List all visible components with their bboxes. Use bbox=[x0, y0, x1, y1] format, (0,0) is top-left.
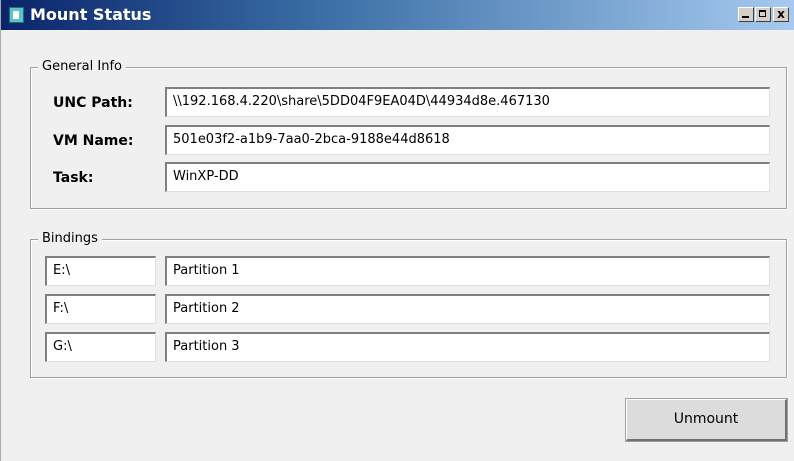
maximize-icon bbox=[759, 10, 766, 17]
vm-name-field[interactable]: 501e03f2-a1b9-7aa0-2bca-9188e44d8618 bbox=[165, 125, 770, 155]
task-field[interactable]: WinXP-DD bbox=[165, 162, 770, 192]
binding-partition-field[interactable]: Partition 3 bbox=[165, 332, 770, 362]
maximize-button[interactable] bbox=[755, 7, 771, 22]
vm-name-label: VM Name: bbox=[53, 133, 134, 149]
bindings-legend: Bindings bbox=[38, 231, 102, 247]
binding-drive-field[interactable]: G:\ bbox=[45, 332, 156, 362]
binding-partition-field[interactable]: Partition 2 bbox=[165, 294, 770, 324]
general-info-legend: General Info bbox=[38, 59, 126, 75]
binding-drive-field[interactable]: F:\ bbox=[45, 294, 156, 324]
unmount-button[interactable]: Unmount bbox=[625, 398, 788, 442]
task-label: Task: bbox=[53, 170, 94, 186]
app-icon bbox=[9, 7, 24, 23]
window-title: Mount Status bbox=[30, 5, 152, 24]
unc-path-label: UNC Path: bbox=[53, 95, 133, 111]
title-bar[interactable]: Mount Status x bbox=[1, 0, 794, 30]
unc-path-field[interactable]: \\192.168.4.220\share\5DD04F9EA04D\44934… bbox=[165, 87, 770, 117]
minimize-icon bbox=[742, 16, 749, 18]
close-icon: x bbox=[777, 7, 785, 21]
binding-partition-field[interactable]: Partition 1 bbox=[165, 256, 770, 286]
binding-drive-field[interactable]: E:\ bbox=[45, 256, 156, 286]
mount-status-window: Mount Status x General Info UNC Path: \\… bbox=[0, 0, 794, 461]
close-button[interactable]: x bbox=[773, 7, 789, 22]
minimize-button[interactable] bbox=[738, 7, 754, 22]
